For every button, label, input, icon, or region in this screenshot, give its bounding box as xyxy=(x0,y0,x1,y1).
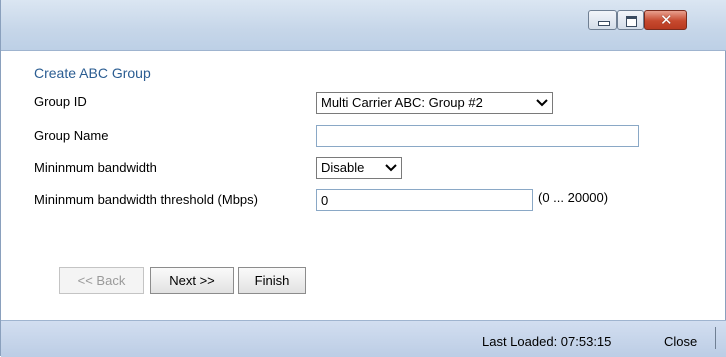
min-bandwidth-threshold-input[interactable] xyxy=(316,189,533,211)
title-bar[interactable]: ✕ xyxy=(1,0,726,51)
back-button[interactable]: << Back xyxy=(59,267,144,294)
minimize-icon xyxy=(598,21,610,26)
footer-divider xyxy=(715,327,716,349)
dialog-window: ✕ Create ABC Group Group ID Multi Carrie… xyxy=(0,0,726,357)
maximize-button[interactable] xyxy=(617,10,644,30)
group-id-value: Multi Carrier ABC: Group #2 xyxy=(321,95,483,110)
last-loaded-timestamp: Last Loaded: 07:53:15 xyxy=(482,334,612,349)
next-button[interactable]: Next >> xyxy=(150,267,234,294)
chevron-down-icon xyxy=(536,99,548,107)
min-bandwidth-label: Mininmum bandwidth xyxy=(34,160,157,175)
min-bandwidth-value: Disable xyxy=(321,160,365,175)
group-id-select[interactable]: Multi Carrier ABC: Group #2 xyxy=(316,92,553,114)
maximize-icon xyxy=(626,16,637,27)
status-bar xyxy=(1,320,726,357)
finish-button[interactable]: Finish xyxy=(238,267,306,294)
group-id-label: Group ID xyxy=(34,94,87,109)
min-bandwidth-threshold-label: Mininmum bandwidth threshold (Mbps) xyxy=(34,192,258,207)
group-name-label: Group Name xyxy=(34,128,109,143)
group-name-input[interactable] xyxy=(316,125,639,147)
close-button[interactable]: Close xyxy=(664,334,697,349)
close-window-button[interactable]: ✕ xyxy=(644,10,687,30)
minimize-button[interactable] xyxy=(588,10,617,30)
chevron-down-icon xyxy=(385,164,397,172)
close-icon: ✕ xyxy=(660,11,673,29)
min-bandwidth-select[interactable]: Disable xyxy=(316,157,402,179)
threshold-range-hint: (0 ... 20000) xyxy=(538,190,609,205)
form-title: Create ABC Group xyxy=(34,65,151,81)
